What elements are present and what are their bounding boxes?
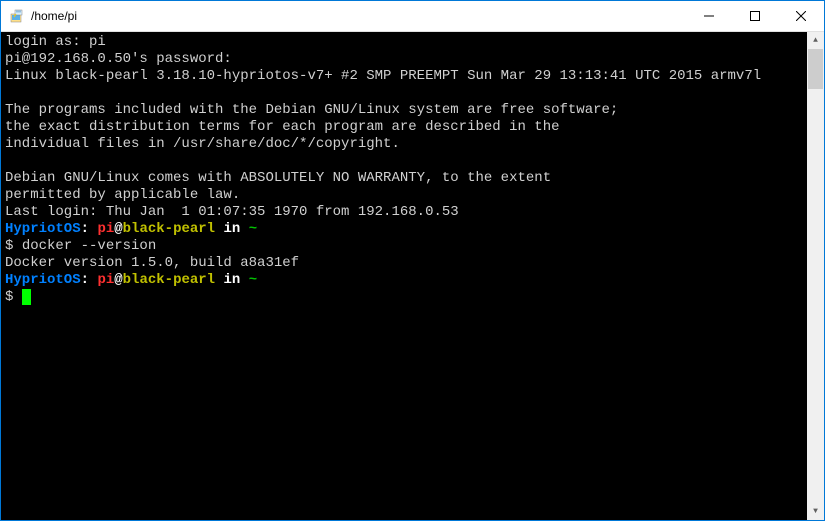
scroll-down-arrow[interactable]: ▼ [807, 503, 824, 520]
scrollbar[interactable]: ▲ ▼ [807, 32, 824, 520]
ps1-path: ~ [249, 272, 257, 288]
putty-window: /home/pi login as: pi pi@192.168.0.50's … [0, 0, 825, 521]
command-output: Docker version 1.5.0, build a8a31ef [5, 255, 299, 271]
ps1-in: in [215, 272, 249, 288]
motd-line: The programs included with the Debian GN… [5, 102, 618, 118]
ps1-path: ~ [249, 221, 257, 237]
kernel-line: Linux black-pearl 3.18.10-hypriotos-v7+ … [5, 68, 761, 84]
last-login: Last login: Thu Jan 1 01:07:35 1970 from… [5, 204, 459, 220]
prompt-symbol: $ [5, 238, 22, 254]
maximize-button[interactable] [732, 1, 778, 31]
ps1-host: black-pearl [123, 272, 215, 288]
ps1-os: HypriotOS [5, 272, 81, 288]
ps1-user: pi [97, 272, 114, 288]
cursor [22, 289, 31, 305]
ps1-os: HypriotOS [5, 221, 81, 237]
ps1-at: @ [114, 272, 122, 288]
ps1-sep: : [81, 272, 98, 288]
motd-line: Debian GNU/Linux comes with ABSOLUTELY N… [5, 170, 551, 186]
login-prompt: login as: pi [5, 34, 106, 50]
ps1-user: pi [97, 221, 114, 237]
ps1-at: @ [114, 221, 122, 237]
scroll-up-arrow[interactable]: ▲ [807, 32, 824, 49]
scrollbar-thumb[interactable] [808, 49, 823, 89]
terminal-area: login as: pi pi@192.168.0.50's password:… [1, 32, 824, 520]
minimize-button[interactable] [686, 1, 732, 31]
ps1-in: in [215, 221, 249, 237]
window-title: /home/pi [31, 9, 686, 23]
putty-icon [9, 8, 25, 24]
terminal[interactable]: login as: pi pi@192.168.0.50's password:… [1, 32, 807, 520]
motd-line: the exact distribution terms for each pr… [5, 119, 560, 135]
close-button[interactable] [778, 1, 824, 31]
titlebar[interactable]: /home/pi [1, 1, 824, 32]
prompt-symbol: $ [5, 289, 22, 305]
window-controls [686, 1, 824, 31]
motd-line: individual files in /usr/share/doc/*/cop… [5, 136, 400, 152]
ps1-host: black-pearl [123, 221, 215, 237]
password-prompt: pi@192.168.0.50's password: [5, 51, 232, 67]
ps1-sep: : [81, 221, 98, 237]
motd-line: permitted by applicable law. [5, 187, 240, 203]
command-input: docker --version [22, 238, 156, 254]
